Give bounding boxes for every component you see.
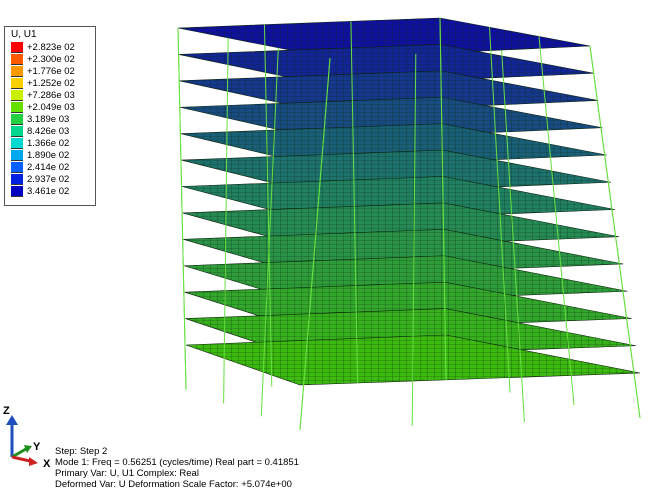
legend-entry: +7.286e 03 bbox=[11, 90, 93, 101]
legend-entry: 2.937e 02 bbox=[11, 174, 93, 185]
z-axis-label: Z bbox=[3, 405, 10, 417]
contour-legend: U, U1 +2.823e 02 +2.300e 02 +1.776e 02 +1.2… bbox=[4, 26, 96, 206]
legend-entry: +1.776e 02 bbox=[11, 66, 93, 77]
legend-value: 2.937e 02 bbox=[27, 174, 70, 185]
legend-value: 2.414e 02 bbox=[27, 162, 70, 173]
legend-swatch bbox=[11, 186, 23, 197]
legend-value: 3.461e 02 bbox=[27, 186, 70, 197]
mode-text: Mode 1: Freq = 0.56251 (cycles/time) Rea… bbox=[55, 457, 299, 468]
floor-slabs bbox=[177, 17, 641, 386]
legend-value: 1.366e 02 bbox=[27, 138, 70, 149]
primary-var-text: Primary Var: U, U1 Complex: Real bbox=[55, 468, 199, 479]
legend-entry: +1.252e 02 bbox=[11, 78, 93, 89]
legend-swatch bbox=[11, 150, 23, 161]
y-axis-arrow bbox=[11, 447, 27, 459]
legend-value: +1.252e 02 bbox=[27, 78, 75, 89]
legend-swatch bbox=[11, 138, 23, 149]
x-axis-label: X bbox=[43, 458, 51, 470]
legend-entry: 3.189e 03 bbox=[11, 114, 93, 125]
legend-value: 8.426e 03 bbox=[27, 126, 70, 137]
legend-swatch bbox=[11, 42, 23, 53]
legend-swatch bbox=[11, 54, 23, 65]
legend-entry: 3.461e 02 bbox=[11, 186, 93, 197]
column-line bbox=[538, 36, 575, 406]
legend-entry: 1.366e 02 bbox=[11, 138, 93, 149]
legend-swatch bbox=[11, 102, 23, 113]
x-axis-arrow bbox=[11, 455, 31, 463]
legend-value: 1.890e 02 bbox=[27, 150, 70, 161]
legend-entry: 8.426e 03 bbox=[11, 126, 93, 137]
legend-swatch bbox=[11, 126, 23, 137]
column-line bbox=[589, 45, 641, 419]
legend-entry: 2.414e 02 bbox=[11, 162, 93, 173]
axis-triad: Z Y X bbox=[0, 405, 60, 475]
legend-entry: +2.823e 02 bbox=[11, 42, 93, 53]
legend-entry: +2.049e 03 bbox=[11, 102, 93, 113]
legend-value: +2.049e 03 bbox=[27, 102, 75, 113]
legend-value: 3.189e 03 bbox=[27, 114, 70, 125]
legend-value: +2.300e 02 bbox=[27, 54, 75, 65]
model-viewport[interactable] bbox=[0, 0, 667, 487]
legend-swatch bbox=[11, 66, 23, 77]
legend-entry: +2.300e 02 bbox=[11, 54, 93, 65]
legend-swatch bbox=[11, 162, 23, 173]
legend-swatch bbox=[11, 114, 23, 125]
deformed-var-text: Deformed Var: U Deformation Scale Factor… bbox=[55, 479, 292, 490]
legend-entry: 1.890e 02 bbox=[11, 150, 93, 161]
legend-swatch bbox=[11, 174, 23, 185]
legend-value: +7.286e 03 bbox=[27, 90, 75, 101]
legend-swatch bbox=[11, 90, 23, 101]
legend-value: +1.776e 02 bbox=[27, 66, 75, 77]
legend-swatch bbox=[11, 78, 23, 89]
legend-title: U, U1 bbox=[11, 29, 37, 40]
legend-value: +2.823e 02 bbox=[27, 42, 75, 53]
step-info-block: Step: Step 2 Mode 1: Freq = 0.56251 (cyc… bbox=[55, 446, 299, 490]
step-text: Step: Step 2 bbox=[55, 446, 108, 457]
y-axis-label: Y bbox=[33, 441, 41, 453]
